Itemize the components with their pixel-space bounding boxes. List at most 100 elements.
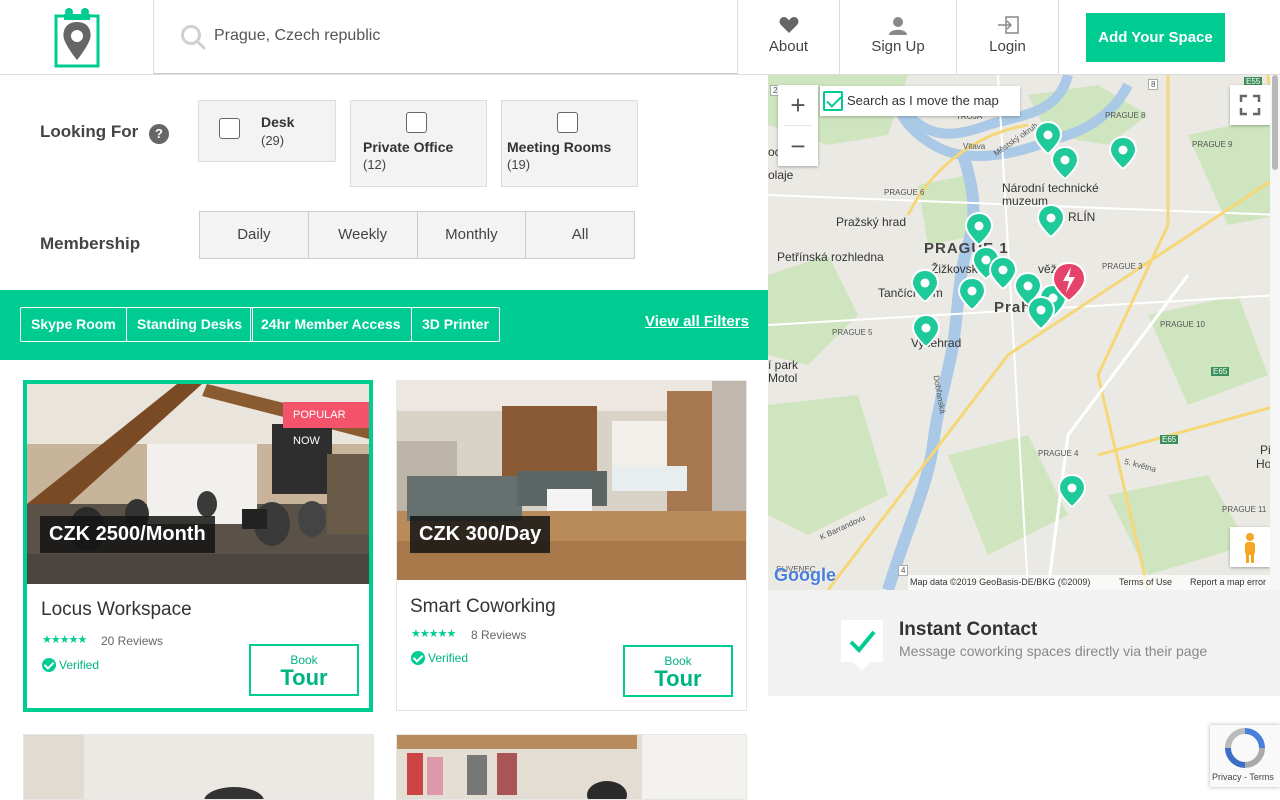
fullscreen-button[interactable] [1230, 85, 1270, 125]
tag-skype-room[interactable]: Skype Room [20, 307, 127, 342]
recaptcha-privacy-link[interactable]: Privacy [1212, 772, 1242, 782]
meeting-rooms-checkbox[interactable] [557, 112, 578, 133]
map-pin-icon[interactable] [957, 276, 987, 310]
book-tour-button[interactable]: Book Tour [623, 645, 733, 697]
user-icon [889, 17, 907, 35]
instant-contact-check-icon [841, 620, 883, 670]
membership-all[interactable]: All [526, 212, 634, 258]
listing-card[interactable] [396, 734, 747, 800]
add-your-space-button[interactable]: Add Your Space [1086, 13, 1225, 62]
listing-name[interactable]: Locus Workspace [41, 599, 192, 621]
map-pin-icon[interactable] [1050, 145, 1080, 179]
map-scrollbar-thumb[interactable] [1272, 75, 1278, 170]
map-pin-icon[interactable] [1057, 473, 1087, 507]
map-label-prague10: PRAGUE 10 [1160, 320, 1205, 329]
map-label-petrinska: Petřínská rozhledna [777, 250, 884, 264]
desk-checkbox[interactable] [219, 118, 240, 139]
login-icon [997, 16, 1019, 34]
search-input[interactable] [214, 20, 714, 52]
filter-meeting-rooms[interactable]: Meeting Rooms (19) [501, 100, 638, 187]
street-view-pegman[interactable] [1230, 527, 1270, 567]
rating-stars: ★★★★★ [411, 628, 456, 640]
listing-name[interactable]: Smart Coworking [410, 596, 556, 618]
private-office-title: Private Office [363, 139, 454, 155]
book-tour-button[interactable]: Book Tour [249, 644, 359, 696]
map-label-prague9: PRAGUE 9 [1192, 140, 1233, 149]
rating-stars: ★★★★★ [42, 634, 87, 646]
map-pin-icon[interactable] [1108, 135, 1138, 169]
verified-label: Verified [428, 651, 469, 665]
tag-3d-printer[interactable]: 3D Printer [411, 307, 500, 342]
zoom-in-button[interactable]: + [778, 85, 818, 125]
map-label-4: 4 [898, 565, 909, 576]
help-icon[interactable]: ? [149, 124, 169, 144]
verified-badge: Verified [411, 651, 468, 665]
looking-for-label: Looking For [40, 122, 139, 141]
map-label-rlin: RLÍN [1068, 210, 1096, 224]
map-pin-icon[interactable] [910, 268, 940, 302]
map-label-prague5: PRAGUE 5 [832, 328, 873, 337]
map[interactable]: TROJA Vltava Městský okruh PRAGUE 8 PRAG… [768, 75, 1280, 590]
meeting-rooms-count: (19) [507, 157, 531, 172]
map-label-prague8: PRAGUE 8 [1105, 111, 1146, 120]
office-photo-image [24, 735, 373, 799]
tag-24hr-member-access[interactable]: 24hr Member Access [250, 307, 412, 342]
filter-private-office[interactable]: Private Office (12) [350, 100, 487, 187]
listing-price: CZK 300/Day [410, 516, 551, 553]
recaptcha-badge[interactable]: Privacy - Terms [1210, 725, 1280, 787]
map-label-park: í park [768, 358, 799, 372]
private-office-checkbox[interactable] [406, 112, 427, 133]
map-label-prague11: PRAGUE 11 [1222, 505, 1267, 514]
membership-weekly[interactable]: Weekly [309, 212, 418, 258]
map-pin-icon[interactable] [911, 313, 941, 347]
listing-card[interactable]: CZK 300/Day Smart Coworking ★★★★★ 8 Revi… [396, 380, 747, 711]
map-data-credit: Map data ©2019 GeoBasis-DE/BKG (©2009) [910, 577, 1091, 587]
search-as-move-toggle[interactable]: Search as I move the map [820, 86, 1020, 116]
verified-check-icon [411, 651, 425, 665]
map-terms-link[interactable]: Terms of Use [1119, 577, 1172, 587]
google-logo[interactable]: Google [774, 565, 836, 586]
verified-check-icon [42, 658, 56, 672]
desk-count: (29) [261, 133, 285, 148]
verified-badge: Verified [42, 658, 99, 672]
amenity-filter-bar: Skype Room Standing Desks 24hr Member Ac… [0, 290, 768, 360]
listing-price: CZK 2500/Month [40, 516, 215, 553]
search-as-move-checkbox[interactable] [823, 91, 843, 111]
map-label-olaje: olaje [768, 168, 794, 182]
map-pin-icon[interactable] [964, 211, 994, 245]
membership-monthly[interactable]: Monthly [418, 212, 527, 258]
review-count[interactable]: 20 Reviews [101, 634, 163, 648]
map-pin-highlighted-icon[interactable] [1052, 261, 1086, 301]
map-label-narodni: Národní technické [1002, 181, 1099, 195]
meeting-rooms-title: Meeting Rooms [507, 139, 612, 155]
map-label-motol: Motol [768, 371, 798, 385]
instant-contact-title: Instant Contact [899, 619, 1038, 640]
desk-title: Desk [261, 114, 295, 130]
map-report-error-link[interactable]: Report a map error [1190, 577, 1266, 587]
private-office-count: (12) [363, 157, 387, 172]
membership-daily[interactable]: Daily [200, 212, 309, 258]
review-count[interactable]: 8 Reviews [471, 628, 526, 642]
recaptcha-terms-link[interactable]: Terms [1249, 772, 1274, 782]
nav-login[interactable]: Login [957, 0, 1059, 74]
map-label-prague3: PRAGUE 3 [1102, 262, 1143, 271]
nav-login-label: Login [989, 38, 1026, 55]
listing-card[interactable]: POPULAR NOW CZK 2500/Month Locus Workspa… [23, 380, 373, 712]
view-all-filters-link[interactable]: View all Filters [645, 313, 749, 330]
header: About Sign Up Login Add Your Space [0, 0, 1280, 75]
search-bar[interactable] [153, 0, 738, 74]
logo-pin-icon[interactable] [50, 4, 104, 68]
map-label-e65: E65 [1160, 435, 1179, 444]
zoom-out-button[interactable]: − [778, 126, 818, 166]
map-label-prazsky-hrad: Pražský hrad [836, 215, 907, 229]
pegman-icon [1245, 533, 1255, 563]
recaptcha-links[interactable]: Privacy - Terms [1212, 772, 1274, 782]
nav-sign-up[interactable]: Sign Up [840, 0, 957, 74]
map-pin-icon[interactable] [1036, 203, 1066, 237]
nav-about[interactable]: About [738, 0, 840, 74]
search-as-move-label: Search as I move the map [847, 93, 999, 108]
tag-standing-desks[interactable]: Standing Desks [126, 307, 254, 342]
verified-label: Verified [59, 658, 100, 672]
listing-card[interactable] [23, 734, 374, 800]
filter-desk[interactable]: Desk (29) [198, 100, 336, 162]
